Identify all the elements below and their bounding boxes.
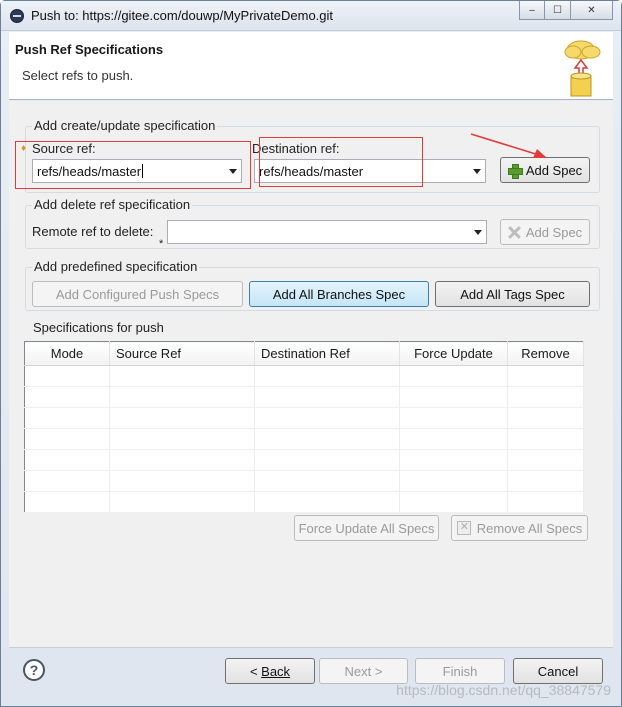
table-row [24,428,584,450]
minimize-button[interactable]: ‒ [519,1,545,20]
add-configured-push-specs-button[interactable]: Add Configured Push Specs [32,281,243,307]
add-icon [507,163,523,179]
footer-separator [9,647,613,648]
add-spec-button-label: Add Spec [525,162,583,178]
annotation-arrow-icon [470,133,547,158]
add-delete-spec-button[interactable]: Add Spec [500,219,590,245]
specs-table[interactable]: Mode Source Ref Destination Ref Force Up… [24,341,584,513]
watermark: https://blog.csdn.net/qq_38847579 [396,682,611,698]
cancel-button[interactable]: Cancel [513,658,603,684]
predefined-spec-group: Add predefined specification Add Configu… [25,259,600,311]
next-button[interactable]: Next > [319,658,408,684]
remote-dropdown-arrow-icon[interactable] [474,230,482,235]
required-marker: * [159,238,164,250]
back-prefix: < [249,663,262,679]
back-button[interactable]: < Back [225,658,315,684]
predefined-spec-group-label: Add predefined specification [32,259,200,274]
page-subtitle: Select refs to push. [22,68,134,83]
destination-dropdown-arrow-icon[interactable] [473,169,481,174]
table-row [24,491,584,513]
column-source-ref[interactable]: Source Ref [109,341,255,366]
table-row [24,386,584,408]
remove-all-icon [456,520,471,535]
add-all-tags-spec-button[interactable]: Add All Tags Spec [435,281,590,307]
remove-all-specs-label: Remove All Specs [476,520,583,536]
finish-button[interactable]: Finish [415,658,505,684]
force-update-all-specs-button[interactable]: Force Update All Specs [294,515,439,541]
push-dialog-window: Push to: https://gitee.com/douwp/MyPriva… [0,0,622,707]
remote-ref-label: Remote ref to delete: [32,224,154,239]
table-row [24,365,584,387]
specs-for-push-group-label: Specifications for push [31,320,166,335]
wizard-header: Push Ref Specifications Select refs to p… [9,32,613,100]
table-row [24,470,584,492]
wizard-content: Add create/update specification Source r… [9,101,613,647]
eclipse-icon [10,9,24,23]
title-bar[interactable]: Push to: https://gitee.com/douwp/MyPriva… [1,1,621,31]
specs-table-header: Mode Source Ref Destination Ref Force Up… [24,341,584,366]
delete-ref-group-label: Add delete ref specification [32,197,193,212]
page-title: Push Ref Specifications [15,42,164,57]
add-all-branches-spec-button[interactable]: Add All Branches Spec [249,281,429,307]
window-controls: ‒ ☐ ✕ [519,1,613,20]
delete-ref-group: Add delete ref specification Remote ref … [25,197,600,250]
table-row [24,449,584,471]
close-button[interactable]: ✕ [571,1,613,20]
create-update-group-label: Add create/update specification [32,118,218,133]
source-ref-highlight-box [15,141,251,189]
window-title: Push to: https://gitee.com/douwp/MyPriva… [31,8,334,23]
destination-ref-highlight-box [259,137,423,187]
remote-ref-combo[interactable] [167,220,487,244]
remove-all-specs-button[interactable]: Remove All Specs [451,515,588,541]
help-icon[interactable]: ? [23,659,45,681]
add-delete-spec-button-label: Add Spec [525,224,583,240]
column-force-update[interactable]: Force Update [399,341,508,366]
column-remove[interactable]: Remove [507,341,584,366]
column-mode[interactable]: Mode [24,341,110,366]
push-cloud-repository-icon [564,40,601,97]
column-destination-ref[interactable]: Destination Ref [254,341,400,366]
maximize-button[interactable]: ☐ [545,1,571,20]
table-row [24,407,584,429]
content-assist-icon: ♦ [21,143,27,154]
delete-icon [508,226,521,239]
back-label: Back [261,663,291,679]
